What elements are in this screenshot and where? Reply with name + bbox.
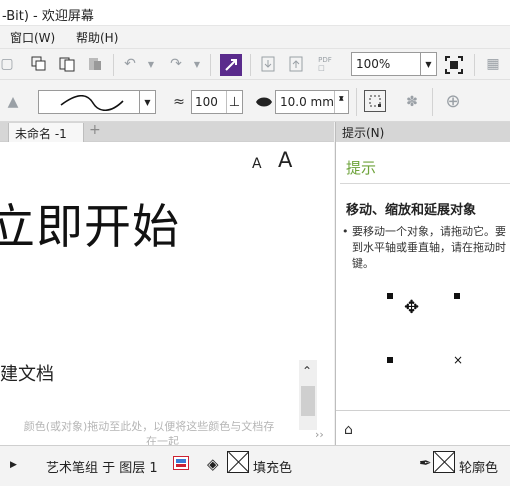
chevron-down-icon[interactable]: ▼ — [420, 53, 436, 75]
title-bar: -Bit) - 欢迎屏幕 — [0, 0, 510, 26]
full-screen-icon[interactable] — [443, 54, 465, 76]
stroke-preset-select[interactable]: ▼ — [38, 90, 156, 114]
hints-title: 提示 — [346, 159, 377, 177]
bounding-box-icon[interactable] — [364, 90, 386, 112]
status-bar: ▶ 艺术笔组 于 图层 1 ◈ 填充色 ✒ 轮廓色 — [0, 445, 510, 486]
hints-docker-label: 提示(N) — [342, 126, 385, 140]
hints-line: 到水平轴或垂直轴，请在拖动时 — [352, 241, 506, 254]
selection-handle — [387, 357, 393, 363]
freehand-smoothing-icon: ≈ — [173, 94, 185, 110]
welcome-screen: A A 立即开始 建文档 ⌃ 颜色(或对象)拖动至此处，以便将这些颜色与文档存 … — [0, 142, 334, 445]
zoom-level-value: 100% — [356, 57, 391, 71]
page-title: 立即开始 — [0, 200, 180, 255]
outline-label: 轮廓色 — [459, 461, 499, 476]
stroke-width-icon — [255, 92, 273, 112]
add-tab-icon[interactable]: + — [89, 122, 101, 138]
toolbar-separator — [250, 54, 251, 76]
toolbar-separator — [210, 54, 211, 76]
toolbar-separator — [113, 54, 114, 76]
zoom-level-select[interactable]: 100% ▼ — [351, 52, 437, 76]
export-icon[interactable] — [286, 54, 306, 74]
toolbar-separator — [474, 54, 475, 76]
divider — [336, 410, 510, 411]
selection-handle — [387, 293, 393, 299]
redo-dropdown-icon[interactable]: ▼ — [192, 54, 202, 74]
stroke-width-input[interactable]: 10.0 mm ▲ ▼ — [275, 90, 349, 114]
outline-none-swatch[interactable] — [433, 451, 455, 473]
tab-untitled-1[interactable]: 未命名 -1 — [8, 123, 84, 142]
hints-line: • 要移动一个对象，请拖动它。要 — [342, 225, 506, 238]
import-icon[interactable] — [258, 54, 278, 74]
fill-bucket-icon: ◈ — [207, 455, 219, 473]
menu-bar: 窗口(W) 帮助(H) — [0, 26, 510, 48]
corel-connect-icon[interactable] — [220, 54, 242, 76]
publish-pdf-icon[interactable]: PDF □ — [314, 54, 336, 74]
divider — [340, 183, 510, 184]
home-icon[interactable]: ⌂ — [344, 422, 353, 438]
hints-body: • 要移动一个对象，请拖动它。要 到水平轴或垂直轴，请在拖动时 键。 — [342, 224, 510, 272]
smoothing-input[interactable]: 100 ⊥ — [191, 90, 243, 114]
palette-scroll-icon[interactable]: ›› — [315, 428, 324, 441]
color-profile-icon[interactable] — [173, 456, 189, 470]
copy-icon[interactable] — [58, 55, 76, 73]
chevron-down-icon[interactable]: ▼ — [139, 91, 155, 113]
scrollbar-thumb[interactable] — [301, 386, 315, 416]
hints-panel: 提示 移动、缩放和延展对象 • 要移动一个对象，请拖动它。要 到水平轴或垂直轴，… — [335, 142, 510, 445]
chevron-up-icon[interactable]: ⌃ — [302, 364, 312, 378]
vertical-scrollbar[interactable]: ⌃ — [299, 360, 317, 430]
document-tabs: 未命名 -1 + — [0, 122, 334, 142]
add-icon[interactable]: ⊕ — [442, 90, 464, 112]
expand-arrow-icon[interactable]: ▶ — [10, 460, 17, 470]
open-icon[interactable]: ▢ — [0, 54, 14, 74]
artistic-media-preset-icon[interactable]: ▲ — [2, 92, 24, 112]
color-palette-hint-line2: 在一起 — [146, 435, 179, 445]
fill-label: 填充色 — [253, 461, 293, 476]
toolbar-separator — [356, 88, 357, 116]
stroke-width-value: 10.0 mm — [280, 95, 334, 109]
menu-help[interactable]: 帮助(H) — [76, 29, 118, 46]
toolbar-separator — [432, 88, 433, 116]
paste-icon[interactable] — [86, 55, 104, 73]
application-launcher-icon[interactable]: ▦ — [482, 54, 504, 74]
stroke-width-spinner[interactable]: ▲ ▼ — [334, 91, 348, 113]
decrease-font-button[interactable]: A — [252, 156, 262, 172]
tab-label: 未命名 -1 — [15, 127, 67, 141]
hints-docker-tab[interactable]: 提示(N) — [335, 122, 510, 142]
cut-icon[interactable] — [30, 55, 48, 73]
object-info: 艺术笔组 于 图层 1 — [46, 461, 158, 476]
center-mark-icon: × — [453, 353, 464, 367]
fill-none-swatch[interactable] — [227, 451, 249, 473]
menu-window[interactable]: 窗口(W) — [10, 29, 55, 46]
undo-icon[interactable]: ↶ — [120, 54, 140, 74]
undo-dropdown-icon[interactable]: ▼ — [146, 54, 156, 74]
move-cursor-icon: ✥ — [404, 297, 420, 318]
pen-nib-icon: ✒ — [419, 454, 432, 472]
sparkle-icon[interactable]: ✽ — [402, 92, 422, 112]
window-title: -Bit) - 欢迎屏幕 — [2, 9, 94, 24]
slider-toggle-icon[interactable]: ⊥ — [226, 91, 242, 113]
hints-line: 键。 — [352, 257, 374, 270]
redo-icon[interactable]: ↷ — [166, 54, 186, 74]
increase-font-button[interactable]: A — [278, 148, 292, 172]
color-palette-hint: 颜色(或对象)拖动至此处，以便将这些颜色与文档存 — [23, 420, 275, 433]
new-document-link[interactable]: 建文档 — [0, 360, 54, 386]
selection-handle — [454, 293, 460, 299]
smoothing-value: 100 — [195, 95, 218, 109]
hints-subtitle: 移动、缩放和延展对象 — [346, 203, 477, 218]
